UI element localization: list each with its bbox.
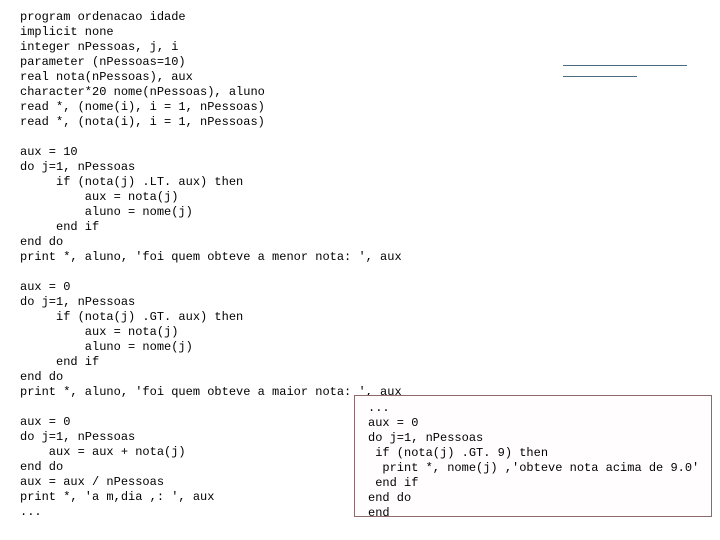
- code-line: end do: [20, 235, 64, 249]
- code-line: end if: [20, 220, 100, 234]
- code-line: aux = 10: [20, 145, 78, 159]
- code-line: aluno = nome(j): [20, 205, 193, 219]
- callout-code-line: if (nota(j) .GT. 9) then: [368, 446, 549, 460]
- code-line: aux = nota(j): [20, 325, 179, 339]
- callout-code-line: end do: [368, 491, 412, 505]
- code-line: character*20 nome(nPessoas), aluno: [20, 85, 265, 99]
- code-line: aux = 0: [20, 280, 71, 294]
- code-line: parameter (nPessoas=10): [20, 55, 186, 69]
- callout-code-line: ...: [368, 401, 390, 415]
- slide-canvas: program ordenacao idade implicit none inte…: [0, 0, 720, 540]
- code-line: program ordenacao idade: [20, 10, 186, 24]
- code-line: if (nota(j) .GT. aux) then: [20, 310, 244, 324]
- code-line: do j=1, nPessoas: [20, 160, 136, 174]
- code-line: print *, aluno, 'foi quem obteve a menor…: [20, 250, 402, 264]
- code-line: read *, (nome(i), i = 1, nPessoas): [20, 100, 265, 114]
- callout-code-line: end: [368, 506, 390, 520]
- callout-code-line: do j=1, nPessoas: [368, 431, 484, 445]
- code-line: implicit none: [20, 25, 114, 39]
- callout-box: ... aux = 0 do j=1, nPessoas if (nota(j) .…: [354, 395, 712, 520]
- code-line: read *, (nota(i), i = 1, nPessoas): [20, 115, 265, 129]
- code-line: do j=1, nPessoas: [20, 295, 136, 309]
- callout-code-line: aux = 0: [368, 416, 419, 430]
- callout-code-line: end if: [368, 476, 419, 490]
- blue-underline-mark-1: [563, 65, 687, 66]
- blue-underline-mark-2: [563, 76, 637, 77]
- code-line: end if: [20, 355, 100, 369]
- callout-code-listing: ... aux = 0 do j=1, nPessoas if (nota(j) .…: [368, 401, 699, 521]
- code-line: integer nPessoas, j, i: [20, 40, 179, 54]
- code-line: aux = nota(j): [20, 190, 179, 204]
- code-line: if (nota(j) .LT. aux) then: [20, 175, 244, 189]
- code-line: end do: [20, 370, 64, 384]
- code-line: real nota(nPessoas), aux: [20, 70, 193, 84]
- code-line: aluno = nome(j): [20, 340, 193, 354]
- callout-code-line: print *, nome(j) ,'obteve nota acima de …: [368, 461, 700, 475]
